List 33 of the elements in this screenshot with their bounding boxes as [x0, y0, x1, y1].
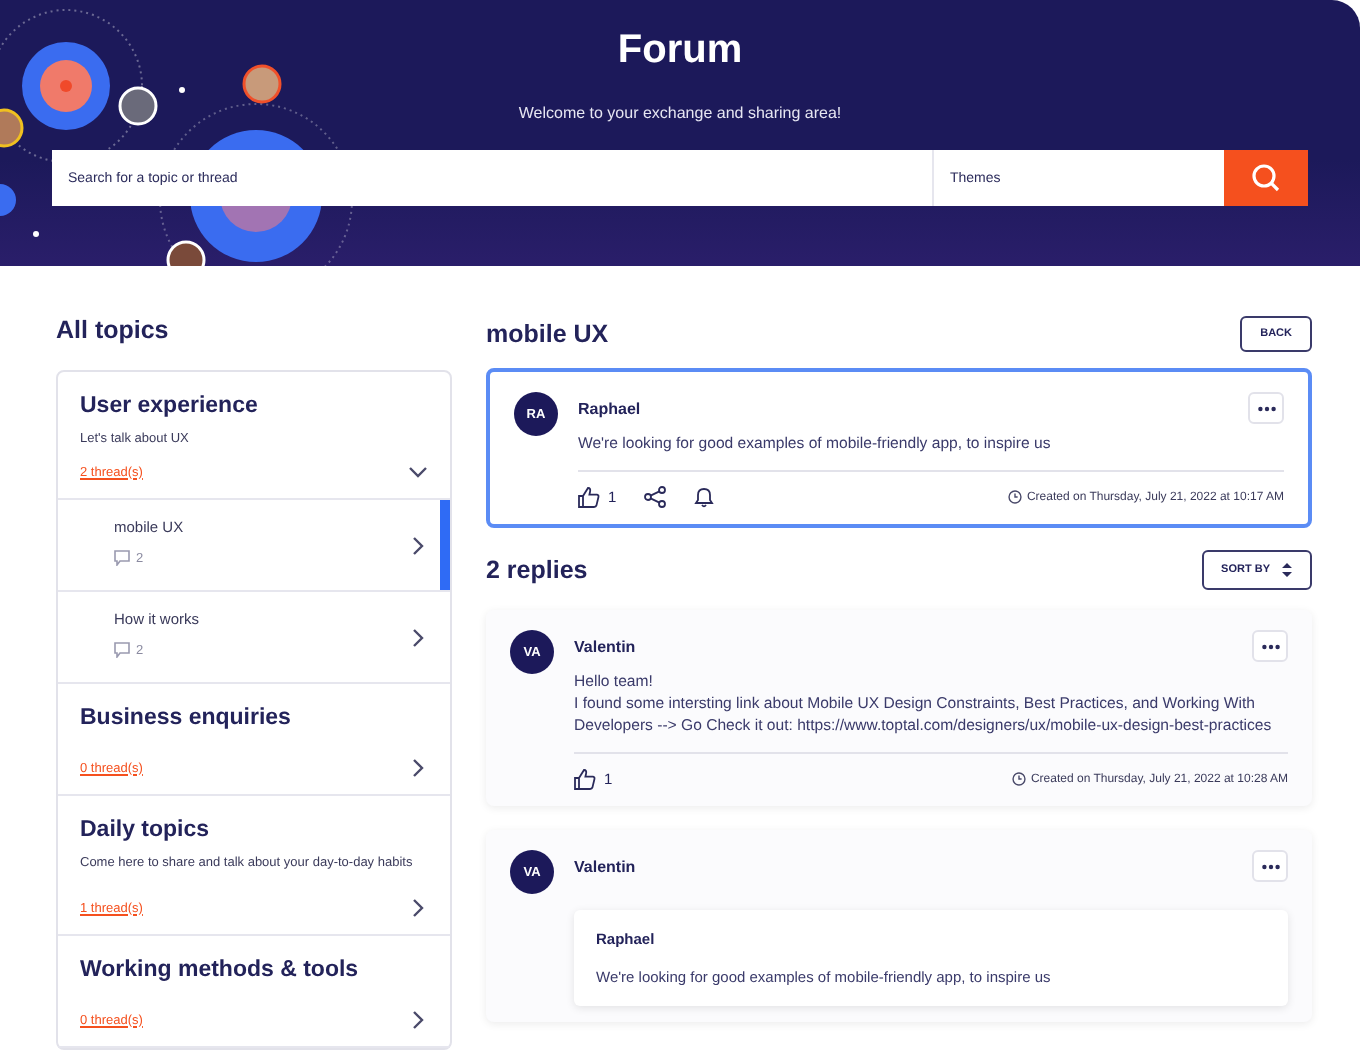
share-icon [644, 486, 667, 508]
topic-title: Daily topics [80, 818, 212, 842]
topic-title: User experience [80, 394, 260, 418]
more-button[interactable] [1252, 630, 1288, 662]
share-button[interactable] [644, 486, 667, 508]
thread-title: mobile UX [486, 320, 609, 348]
chevron-right-icon [408, 536, 428, 556]
more-button[interactable] [1252, 850, 1288, 882]
sort-icon [1282, 562, 1292, 578]
notify-button[interactable] [694, 486, 715, 508]
section-heading: All topics [56, 316, 171, 344]
topic-title: Working methods & tools [80, 958, 361, 982]
welcome-text: Welcome to your exchange and sharing area! [518, 104, 842, 122]
comment-icon [114, 642, 130, 658]
comment-icon [114, 550, 130, 566]
search-icon [1250, 162, 1282, 194]
chevron-right-icon [408, 628, 428, 648]
topic-title: Business enquiries [80, 706, 293, 730]
more-icon [1261, 643, 1279, 649]
replies-heading: 2 replies [486, 556, 588, 584]
bell-icon [694, 486, 715, 508]
more-icon [1261, 863, 1279, 869]
clock-icon [1012, 772, 1027, 786]
thumbs-up-icon [574, 768, 596, 790]
page-title: Forum [617, 28, 743, 74]
author-name: Valentin [574, 857, 636, 875]
clock-icon [1008, 490, 1023, 504]
author-name: Raphael [578, 399, 641, 417]
more-button[interactable] [1248, 392, 1284, 424]
thumbs-up-icon [578, 486, 600, 508]
search-button[interactable] [1224, 150, 1308, 206]
more-icon [1257, 405, 1275, 411]
author-name: Valentin [574, 637, 636, 655]
